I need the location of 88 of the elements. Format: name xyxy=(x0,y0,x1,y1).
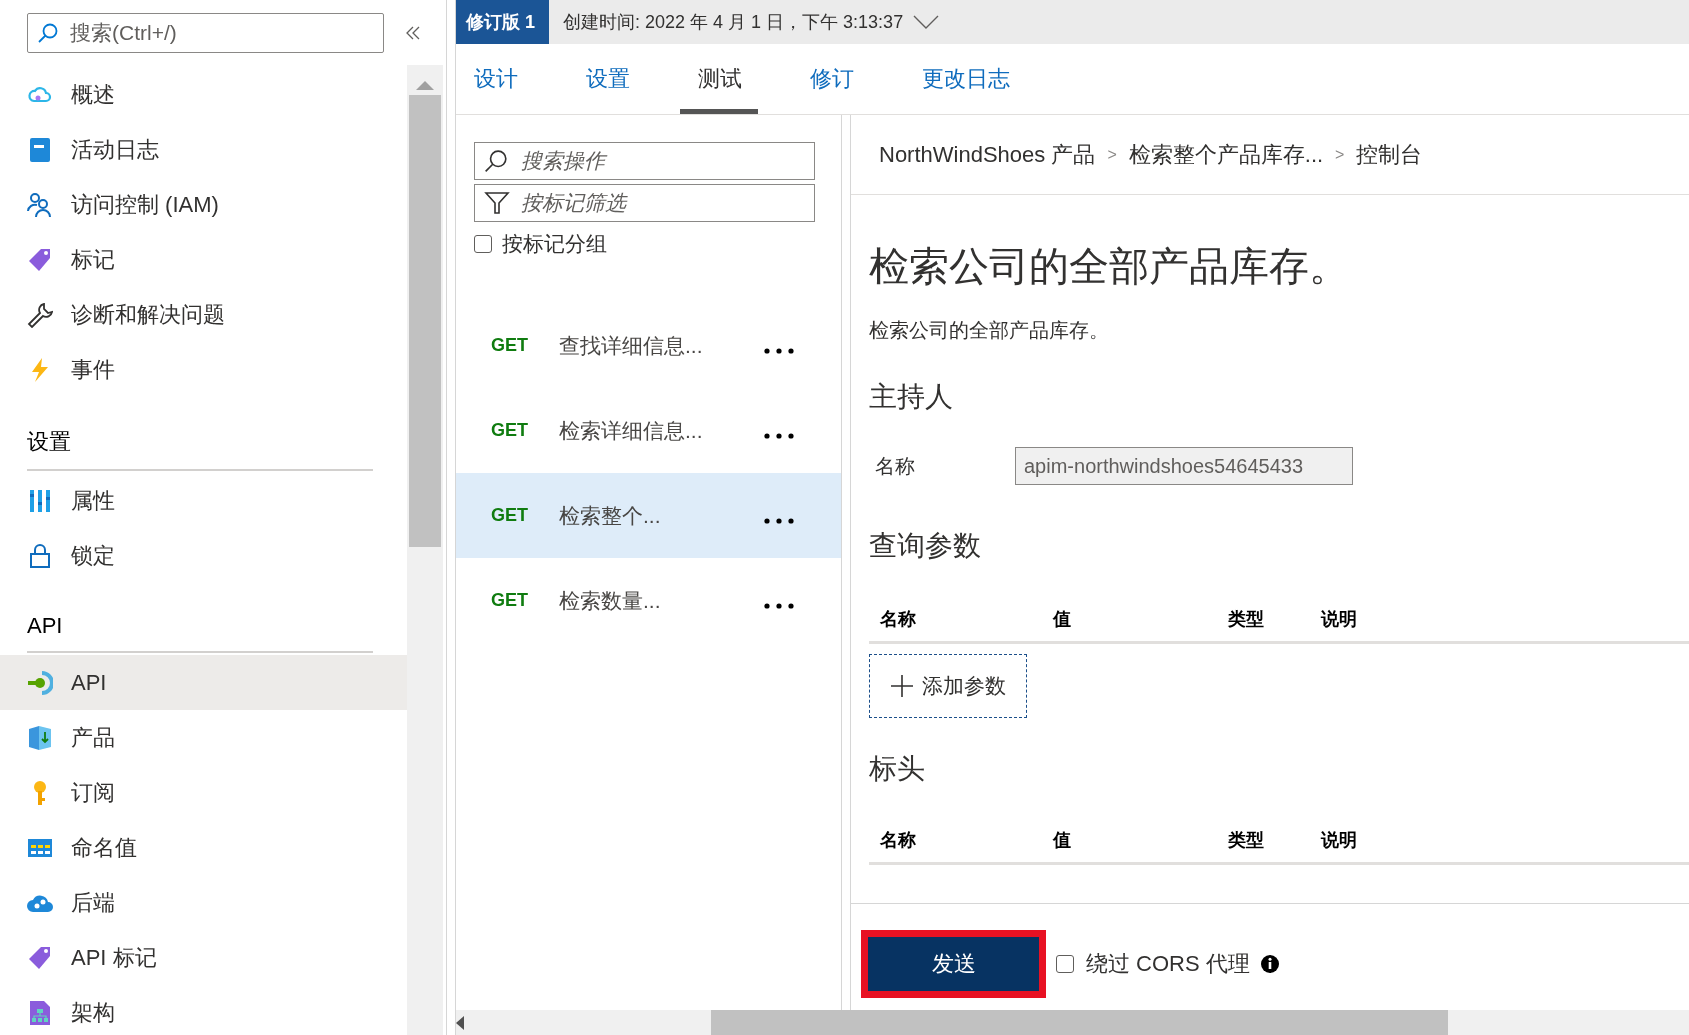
sidebar-item[interactable]: API 标记 xyxy=(0,930,407,985)
operation-name: 检索整个... xyxy=(559,502,662,529)
send-button[interactable]: 发送 xyxy=(861,930,1046,998)
operation-title: 检索公司的全部产品库存。 xyxy=(869,243,1350,290)
http-method: GET xyxy=(491,420,529,441)
column-header: 值 xyxy=(1053,608,1072,631)
tab[interactable]: 更改日志 xyxy=(922,50,1010,114)
sidebar-item[interactable]: 属性 xyxy=(0,473,407,528)
filter-field[interactable]: 按标记筛选 xyxy=(474,184,815,222)
checkbox[interactable] xyxy=(1056,955,1074,973)
tab[interactable]: 修订 xyxy=(810,50,854,114)
column-header: 名称 xyxy=(880,829,917,852)
sidebar-item[interactable]: 诊断和解决问题 xyxy=(0,287,407,342)
plus-icon xyxy=(890,674,914,698)
http-method: GET xyxy=(491,335,529,356)
revision-badge: 修订版 1 xyxy=(456,0,549,44)
http-method: GET xyxy=(491,590,529,611)
checkbox-label: 绕过 CORS 代理 xyxy=(1086,950,1250,978)
bars-icon xyxy=(27,487,53,514)
sidebar-item[interactable]: 访问控制 (IAM) xyxy=(0,177,407,232)
operation-name: 检索详细信息... xyxy=(559,417,704,444)
lock-icon xyxy=(27,542,53,569)
search-field[interactable]: 搜索(Ctrl+/) xyxy=(27,12,384,53)
scrollbar[interactable] xyxy=(456,1010,1689,1035)
people-icon xyxy=(27,191,53,218)
diagram-icon xyxy=(27,999,53,1026)
operation-item[interactable]: GET 检索整个... xyxy=(456,473,841,558)
box-icon xyxy=(27,724,53,751)
field-label: 名称 xyxy=(874,453,916,479)
search-icon xyxy=(37,21,59,44)
column-header: 类型 xyxy=(1228,608,1265,631)
api-icon xyxy=(27,669,53,696)
tab[interactable]: 设置 xyxy=(586,50,630,114)
breadcrumb-separator: > xyxy=(1335,145,1345,164)
section-heading: 标头 xyxy=(869,752,926,786)
section-heading: 查询参数 xyxy=(869,529,982,563)
filter-icon xyxy=(484,190,510,216)
more-icon[interactable] xyxy=(764,432,794,439)
operation-name: 查找详细信息... xyxy=(559,332,704,359)
http-method: GET xyxy=(491,505,529,526)
info-icon xyxy=(1259,954,1280,974)
sidebar-item[interactable]: 架构 xyxy=(0,985,407,1035)
more-icon[interactable] xyxy=(764,347,794,354)
host-field[interactable]: apim-northwindshoes54645433 xyxy=(1015,447,1353,485)
operation-item[interactable]: GET 查找详细信息... xyxy=(456,303,841,388)
column-header: 说明 xyxy=(1321,608,1358,631)
operation-item[interactable]: GET 检索数量... xyxy=(456,558,841,643)
section-heading: 设置 xyxy=(27,427,373,471)
section-heading: 主持人 xyxy=(869,380,954,414)
book-icon xyxy=(27,136,53,163)
add-parameter-button[interactable]: 添加参数 xyxy=(869,654,1027,718)
scroll-left-icon[interactable] xyxy=(454,1014,466,1031)
chevron-down-icon[interactable] xyxy=(913,15,940,29)
search-icon xyxy=(484,149,508,173)
sidebar-item[interactable]: 锁定 xyxy=(0,528,407,583)
breadcrumb-item[interactable]: NorthWindShoes 产品 xyxy=(879,139,1096,170)
sidebar-item[interactable]: 订阅 xyxy=(0,765,407,820)
sidebar-item[interactable]: 概述 xyxy=(0,67,407,122)
operation-name: 检索数量... xyxy=(559,587,662,614)
sidebar-item[interactable]: 事件 xyxy=(0,342,407,397)
column-header: 值 xyxy=(1053,829,1072,852)
tab[interactable]: 测试 xyxy=(680,50,758,114)
tag-icon xyxy=(27,944,53,971)
tab[interactable]: 设计 xyxy=(474,50,518,114)
operation-item[interactable]: GET 检索详细信息... xyxy=(456,388,841,473)
scrollbar[interactable] xyxy=(407,65,443,1035)
checkbox-label: 按标记分组 xyxy=(502,231,607,257)
wrench-icon xyxy=(27,301,53,328)
sidebar-item[interactable]: 后端 xyxy=(0,875,407,930)
sidebar-item[interactable]: 命名值 xyxy=(0,820,407,875)
column-header: 名称 xyxy=(880,608,917,631)
more-icon[interactable] xyxy=(764,517,794,524)
created-time: 创建时间: 2022 年 4 月 1 日，下午 3:13:37 xyxy=(563,11,904,34)
breadcrumb-item[interactable]: 控制台 xyxy=(1356,139,1423,170)
section-heading: API xyxy=(27,613,373,653)
checkbox[interactable] xyxy=(474,235,492,253)
more-icon[interactable] xyxy=(764,602,794,609)
column-header: 说明 xyxy=(1321,829,1358,852)
operation-description: 检索公司的全部产品库存。 xyxy=(869,318,1110,343)
sidebar-item[interactable]: 活动日志 xyxy=(0,122,407,177)
sidebar-item[interactable]: 标记 xyxy=(0,232,407,287)
column-header: 类型 xyxy=(1228,829,1265,852)
sidebar-item[interactable]: 产品 xyxy=(0,710,407,765)
sidebar-item[interactable]: API xyxy=(0,655,407,710)
tag-icon xyxy=(27,246,53,273)
breadcrumb-item[interactable]: 检索整个产品库存... xyxy=(1128,139,1324,170)
breadcrumb-separator: > xyxy=(1107,145,1117,164)
search-field[interactable]: 搜索操作 xyxy=(474,142,815,180)
